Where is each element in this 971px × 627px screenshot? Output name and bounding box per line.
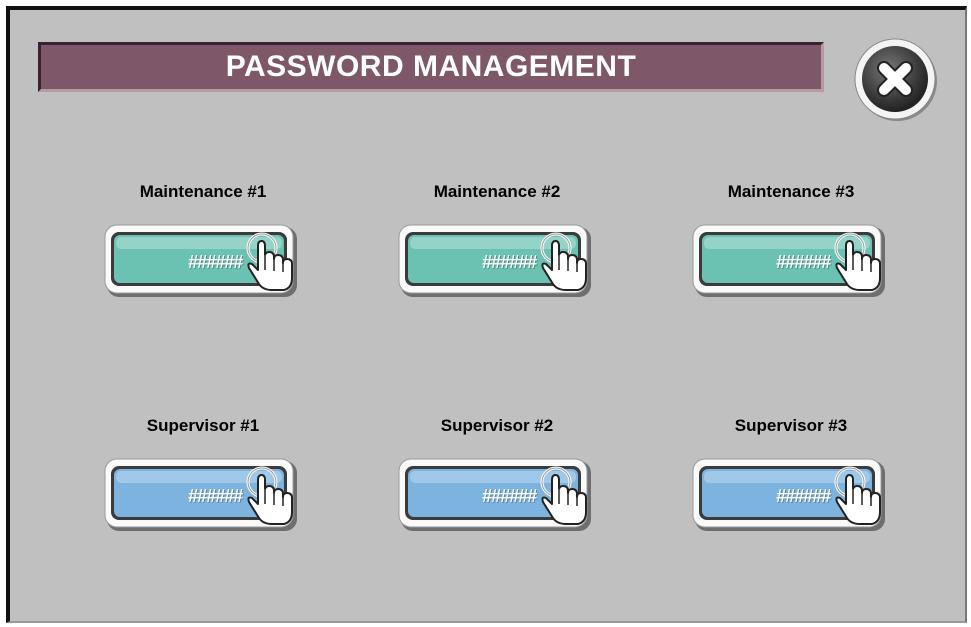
supervisor-3-password-button[interactable]: ###### (692, 458, 888, 534)
maintenance-2-label: Maintenance #2 (433, 182, 561, 201)
maintenance-1-label: Maintenance #1 (139, 182, 267, 201)
masked-password: ###### (187, 485, 243, 506)
masked-password: ###### (775, 251, 831, 272)
page-title: PASSWORD MANAGEMENT (225, 50, 637, 83)
supervisor-1-label: Supervisor #1 (146, 416, 260, 435)
supervisor-2-password-button[interactable]: ###### (398, 458, 594, 534)
maintenance-3-label: Maintenance #3 (727, 182, 855, 201)
title-bar: PASSWORD MANAGEMENT (38, 42, 824, 92)
masked-password: ###### (481, 485, 537, 506)
close-button[interactable] (854, 38, 944, 128)
supervisor-2-label: Supervisor #2 (440, 416, 554, 435)
supervisor-3-label: Supervisor #3 (734, 416, 848, 435)
maintenance-2-password-button[interactable]: ###### (398, 224, 594, 300)
masked-password: ###### (775, 485, 831, 506)
supervisor-1-password-button[interactable]: ###### (104, 458, 300, 534)
close-icon (854, 38, 937, 121)
maintenance-3-password-button[interactable]: ###### (692, 224, 888, 300)
masked-password: ###### (481, 251, 537, 272)
masked-password: ###### (187, 251, 243, 272)
maintenance-1-password-button[interactable]: ###### (104, 224, 300, 300)
